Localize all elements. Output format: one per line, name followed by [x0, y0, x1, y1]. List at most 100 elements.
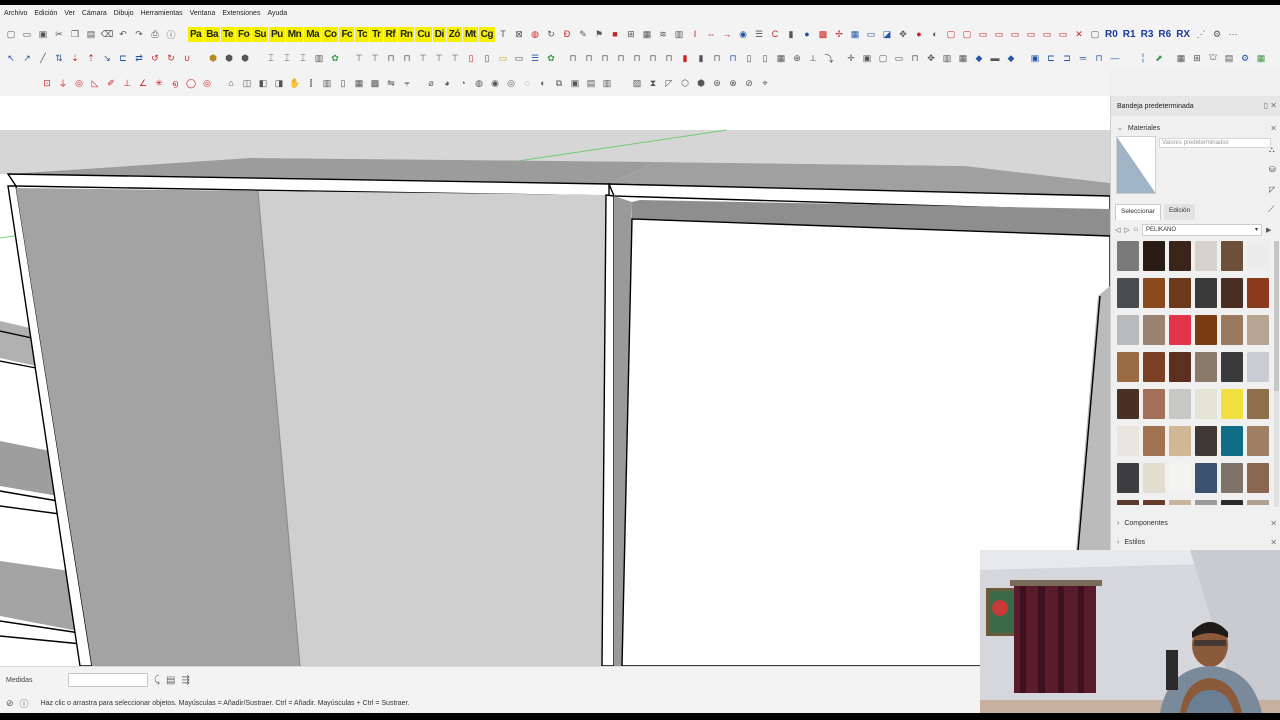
box2-tool-icon[interactable]: ▣ [568, 75, 582, 91]
tool-di[interactable]: Di [432, 26, 446, 42]
materials-close-icon[interactable]: ✕ [1270, 124, 1277, 133]
material-swatch[interactable] [1143, 278, 1165, 308]
more-icon[interactable]: ⋯ [1226, 26, 1240, 42]
panel-icon-3[interactable]: ▭ [512, 50, 526, 66]
pink-circle-icon[interactable]: ● [912, 26, 926, 42]
frame-blue-5[interactable]: ⊓ [1092, 50, 1106, 66]
sphere3-tool-icon[interactable]: ◔ [456, 75, 470, 91]
material-swatch[interactable] [1247, 500, 1269, 505]
material-swatch[interactable] [1195, 278, 1217, 308]
bucket-icon[interactable]: ◍ [528, 26, 542, 42]
material-swatch[interactable] [1247, 426, 1269, 456]
material-swatch[interactable] [1195, 315, 1217, 345]
frame5-icon[interactable]: ▭ [1008, 26, 1022, 42]
sphere5-tool-icon[interactable]: ◉ [488, 75, 502, 91]
material-swatch[interactable] [1169, 389, 1191, 419]
bracket-icon[interactable]: ⊏ [116, 50, 130, 66]
tray-pin-icon[interactable]: ▯ ✕ [1264, 101, 1277, 110]
print-icon[interactable]: ⎙ [148, 26, 162, 42]
cube3-tool-icon[interactable]: ◨ [272, 75, 286, 91]
paint-bucket-icon[interactable]: ⛁ [1269, 160, 1279, 180]
tool-pa[interactable]: Pa [188, 26, 204, 42]
styles-close-icon[interactable]: ✕ [1270, 538, 1277, 547]
hinge-icon-3[interactable]: ⌶ [296, 50, 310, 66]
material-swatch[interactable] [1221, 241, 1243, 271]
pen-tool-icon[interactable]: ✐ [104, 75, 118, 91]
green-tool-icon[interactable]: ⬈ [1152, 50, 1166, 66]
door-icon-4[interactable]: ⊓ [614, 50, 628, 66]
components-section-header[interactable]: › Componentes ✕ [1111, 515, 1280, 531]
rotate-r1[interactable]: R1 [1122, 27, 1137, 42]
rotate-r3[interactable]: R3 [1140, 27, 1155, 42]
menu-extensiones[interactable]: Extensiones [222, 10, 260, 17]
material-swatch[interactable] [1169, 278, 1191, 308]
door-icon-1[interactable]: ⊓ [566, 50, 580, 66]
material-swatch[interactable] [1221, 352, 1243, 382]
crossed-tool-icon[interactable]: ⊠ [512, 26, 526, 42]
rotate-r0[interactable]: R0 [1104, 27, 1119, 42]
scrollbar-thumb[interactable] [1274, 241, 1279, 391]
door-icon-6[interactable]: ⊓ [646, 50, 660, 66]
tool-rn[interactable]: Rn [398, 26, 415, 42]
copy-icon[interactable]: ❐ [68, 26, 82, 42]
fill9-tool-icon[interactable]: ⌖ [758, 75, 772, 91]
box3-tool-icon[interactable]: ▤ [584, 75, 598, 91]
geo-location-icon[interactable]: ⊘ [6, 698, 14, 709]
details-icon[interactable]: ▶ [1266, 226, 1271, 234]
material-swatch[interactable] [1247, 241, 1269, 271]
axes-icon-5[interactable]: ⊓ [908, 50, 922, 66]
cube-tool-icon[interactable]: ◫ [240, 75, 254, 91]
material-swatch[interactable] [1195, 241, 1217, 271]
components-close-icon[interactable]: ✕ [1270, 519, 1277, 528]
material-swatch[interactable] [1195, 352, 1217, 382]
sphere8-tool-icon[interactable]: ◐ [536, 75, 550, 91]
eyedropper-icon[interactable]: ⟋ [1268, 204, 1274, 215]
puzzle-icon[interactable]: ✢ [832, 26, 846, 42]
hardware-icon-9[interactable]: ⤵ [822, 50, 836, 66]
hinge-icon-2[interactable]: ⌶ [280, 50, 294, 66]
settings-small-icon[interactable]: ⚙ [1210, 26, 1224, 42]
list-icon[interactable]: ☰ [752, 26, 766, 42]
sphere6-tool-icon[interactable]: ◎ [504, 75, 518, 91]
paste-icon[interactable]: ▤ [84, 26, 98, 42]
material-swatch[interactable] [1117, 352, 1139, 382]
dark-tool-2[interactable]: ⊞ [1190, 50, 1204, 66]
flip-tool-icon[interactable]: ⇋ [384, 75, 398, 91]
menu-ventana[interactable]: Ventana [190, 10, 216, 17]
tool-rf[interactable]: Rf [383, 26, 398, 42]
menu-camara[interactable]: Cámara [82, 10, 107, 17]
cube-blue-icon[interactable]: ◪ [880, 26, 894, 42]
tool-cg[interactable]: Cg [478, 26, 495, 42]
tool-mix-icon[interactable]: ✥ [896, 26, 910, 42]
angle-tool-icon[interactable]: ∠ [136, 75, 150, 91]
frame-blue-1[interactable]: ▣ [1028, 50, 1042, 66]
circle-blue-icon[interactable]: ● [800, 26, 814, 42]
material-swatch[interactable] [1117, 278, 1139, 308]
hardware-icon-6[interactable]: ▦ [774, 50, 788, 66]
material-swatch[interactable] [1117, 463, 1139, 493]
door-icon-7[interactable]: ⊓ [662, 50, 676, 66]
tool-text-icon[interactable]: ▥ [672, 26, 686, 42]
fill6-tool-icon[interactable]: ⊛ [710, 75, 724, 91]
pointer-icon[interactable]: ◸ [1269, 180, 1279, 200]
sphere4-tool-icon[interactable]: ◍ [472, 75, 486, 91]
tool-fo[interactable]: Fo [235, 26, 252, 42]
shelf-tool-icon[interactable]: ▥ [320, 75, 334, 91]
styles-section-header[interactable]: › Estilos ✕ [1111, 534, 1280, 550]
text-tool-icon[interactable]: T [496, 26, 510, 42]
frame-blue-2[interactable]: ⊏ [1044, 50, 1058, 66]
pin-icon-6[interactable]: ⊤ [432, 50, 446, 66]
material-swatch[interactable] [1247, 315, 1269, 345]
material-swatch[interactable] [1247, 389, 1269, 419]
material-swatch[interactable] [1195, 426, 1217, 456]
tool-pattern-icon[interactable]: ▦ [640, 26, 654, 42]
box-tool-icon[interactable]: ⧉ [552, 75, 566, 91]
blue-icon-3[interactable]: ◆ [1004, 50, 1018, 66]
door-icon-2[interactable]: ⊓ [582, 50, 596, 66]
panel-icon-2[interactable]: ▯ [480, 50, 494, 66]
dark-tool-4[interactable]: ▤ [1222, 50, 1236, 66]
material-swatch[interactable] [1195, 389, 1217, 419]
align-icon[interactable]: ⇄ [132, 50, 146, 66]
material-swatch[interactable] [1169, 352, 1191, 382]
measures-input[interactable] [68, 673, 148, 687]
